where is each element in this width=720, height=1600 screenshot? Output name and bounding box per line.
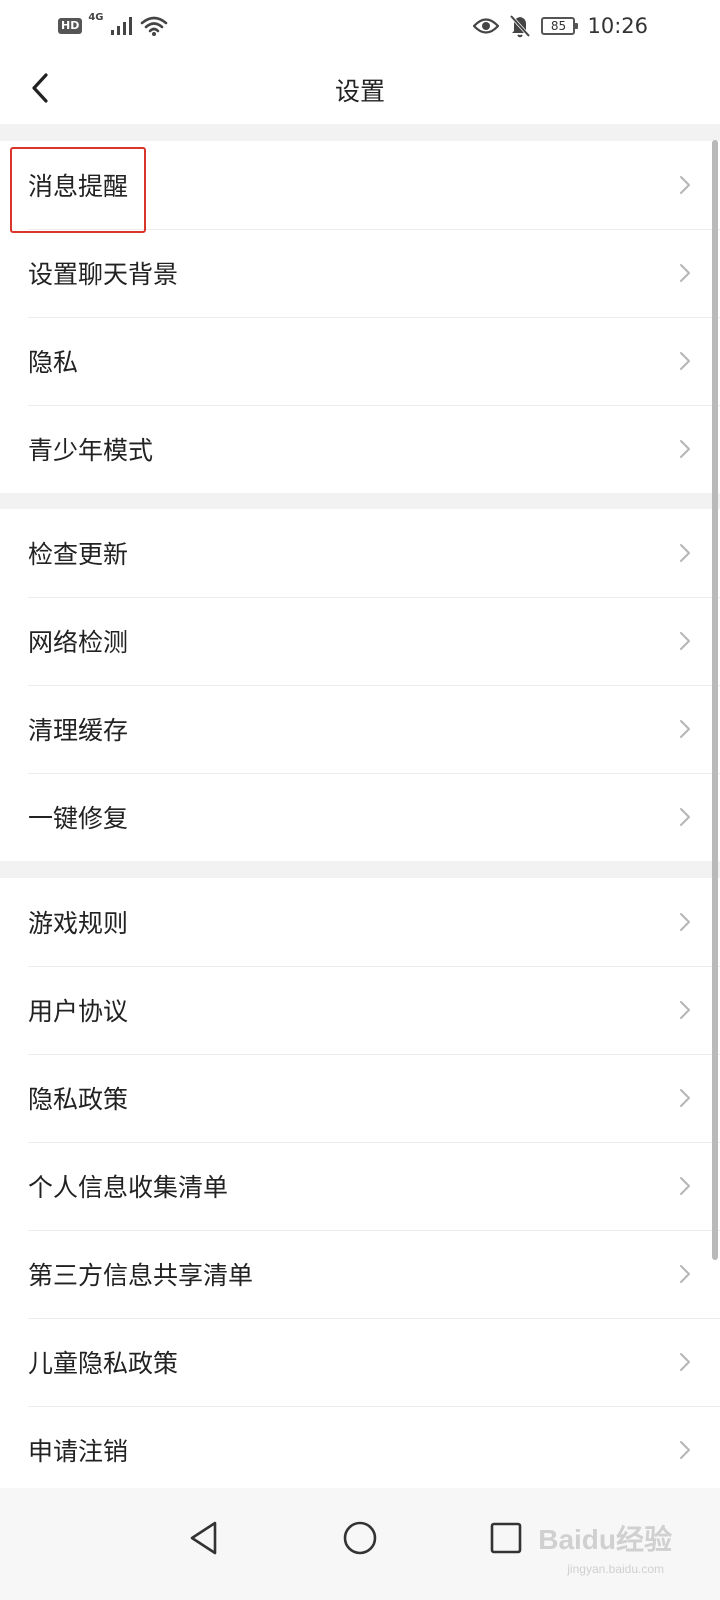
chevron-right-icon: [680, 1265, 690, 1283]
list-item-label: 一键修复: [28, 804, 129, 833]
system-recents-button[interactable]: [478, 1510, 534, 1566]
list-item-label: 隐私政策: [28, 1085, 129, 1114]
scrollbar[interactable]: [712, 140, 718, 1485]
list-item-label: 隐私: [28, 348, 79, 377]
network-type: 4G: [88, 12, 104, 23]
chevron-right-icon: [680, 1001, 690, 1019]
system-home-button[interactable]: [332, 1510, 388, 1566]
system-back-button[interactable]: [176, 1510, 232, 1566]
list-item-personal-info-list[interactable]: 个人信息收集清单: [0, 1142, 720, 1230]
list-item-clear-cache[interactable]: 清理缓存: [0, 685, 720, 773]
status-bar: HD 4G 85 10:26: [0, 0, 720, 52]
chevron-right-icon: [680, 440, 690, 458]
chevron-right-icon: [680, 1089, 690, 1107]
chevron-right-icon: [680, 176, 690, 194]
chevron-right-icon: [680, 720, 690, 738]
chevron-right-icon: [680, 632, 690, 650]
chevron-right-icon: [680, 808, 690, 826]
recents-square-icon: [490, 1522, 522, 1554]
list-item-privacy[interactable]: 隐私: [0, 317, 720, 405]
settings-group-2: 检查更新 网络检测 清理缓存 一键修复: [0, 509, 720, 861]
bell-off-icon: [510, 14, 531, 38]
list-item-label: 第三方信息共享清单: [28, 1261, 254, 1290]
chevron-right-icon: [680, 1353, 690, 1371]
list-item-label: 用户协议: [28, 997, 129, 1026]
chevron-right-icon: [680, 352, 690, 370]
list-item-game-rules[interactable]: 游戏规则: [0, 878, 720, 966]
home-circle-icon: [343, 1521, 377, 1555]
list-item-check-update[interactable]: 检查更新: [0, 509, 720, 597]
list-item-chat-background[interactable]: 设置聊天背景: [0, 229, 720, 317]
list-item-label: 儿童隐私政策: [28, 1349, 179, 1378]
battery-level: 85: [550, 19, 567, 33]
list-item-account-cancellation[interactable]: 申请注销: [0, 1406, 720, 1494]
nav-header: 设置: [0, 52, 720, 124]
settings-group-3: 游戏规则 用户协议 隐私政策 个人信息收集清单 第三方信息共享清单 儿童隐私政策…: [0, 878, 720, 1494]
chevron-right-icon: [680, 264, 690, 282]
list-item-label: 设置聊天背景: [28, 260, 179, 289]
list-item-label: 个人信息收集清单: [28, 1173, 229, 1202]
list-item-teen-mode[interactable]: 青少年模式: [0, 405, 720, 493]
list-item-user-agreement[interactable]: 用户协议: [0, 966, 720, 1054]
list-item-label: 青少年模式: [28, 436, 154, 465]
chevron-right-icon: [680, 1441, 690, 1459]
list-item-network-check[interactable]: 网络检测: [0, 597, 720, 685]
wifi-icon: [140, 16, 167, 36]
system-nav-bar: Baidu经验 jingyan.baidu.com: [0, 1488, 720, 1600]
list-item-label: 游戏规则: [28, 909, 129, 938]
list-item-privacy-policy[interactable]: 隐私政策: [0, 1054, 720, 1142]
clock: 10:26: [587, 14, 648, 38]
list-item-label: 消息提醒: [28, 172, 129, 201]
list-item-third-party-sharing-list[interactable]: 第三方信息共享清单: [0, 1230, 720, 1318]
list-item-label: 申请注销: [28, 1437, 129, 1466]
watermark-subtext: jingyan.baidu.com: [567, 1562, 664, 1576]
list-item-children-privacy-policy[interactable]: 儿童隐私政策: [0, 1318, 720, 1406]
list-item-label: 清理缓存: [28, 716, 129, 745]
eye-icon: [473, 18, 500, 34]
list-item-label: 网络检测: [28, 628, 129, 657]
hd-badge: HD: [58, 18, 83, 34]
status-left: HD 4G: [58, 12, 168, 38]
battery-icon: 85: [541, 17, 579, 35]
chevron-right-icon: [680, 544, 690, 562]
page-title: 设置: [334, 77, 385, 106]
chevron-right-icon: [680, 1177, 690, 1195]
list-item-label: 检查更新: [28, 540, 129, 569]
chevron-right-icon: [680, 913, 690, 931]
back-triangle-icon: [190, 1521, 217, 1555]
list-item-one-click-repair[interactable]: 一键修复: [0, 773, 720, 861]
settings-group-1: 消息提醒 设置聊天背景 隐私 青少年模式: [0, 141, 720, 493]
signal-icon: [110, 17, 132, 35]
status-right: 85 10:26: [473, 12, 648, 40]
watermark: Baidu经验: [538, 1524, 672, 1555]
list-item-message-reminder[interactable]: 消息提醒: [0, 141, 720, 229]
scrollbar-thumb[interactable]: [712, 140, 718, 1260]
